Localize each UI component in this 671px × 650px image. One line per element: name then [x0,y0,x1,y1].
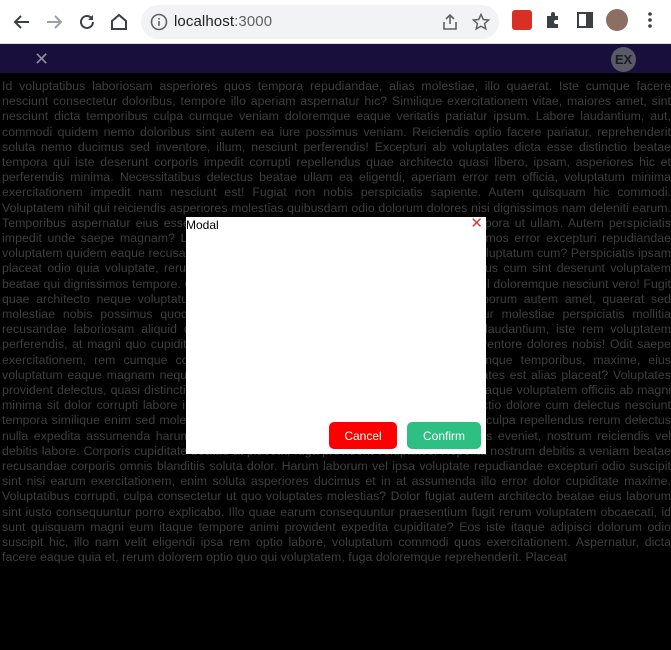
menu-kebab-icon[interactable] [640,10,660,30]
url-text: localhost:3000 [174,13,272,30]
side-panel-icon[interactable] [575,10,595,30]
cancel-button[interactable]: Cancel [329,422,397,449]
home-icon[interactable] [107,10,131,34]
reload-icon[interactable] [75,10,99,34]
browser-toolbar: localhost:3000 [0,0,671,44]
extensions-puzzle-icon[interactable] [543,10,563,30]
confirm-button[interactable]: Confirm [407,422,481,449]
address-bar[interactable]: localhost:3000 [141,5,499,39]
url-port: :3000 [234,13,273,30]
extension-red-icon[interactable] [512,10,532,30]
site-info-icon[interactable] [150,13,168,31]
modal-title: Modal [186,218,219,232]
close-icon[interactable]: ✕ [34,50,49,68]
modal-close-icon[interactable]: ✕ [470,216,483,232]
back-icon[interactable] [10,10,34,34]
forward-icon[interactable] [42,10,66,34]
app-header [0,44,671,73]
modal-dialog: Modal ✕ Cancel Confirm [186,216,486,454]
url-host: localhost [174,13,235,30]
app-logo: EX [611,47,636,72]
bookmark-star-icon[interactable] [472,13,490,31]
share-icon[interactable] [441,13,459,31]
profile-avatar[interactable] [606,9,628,31]
